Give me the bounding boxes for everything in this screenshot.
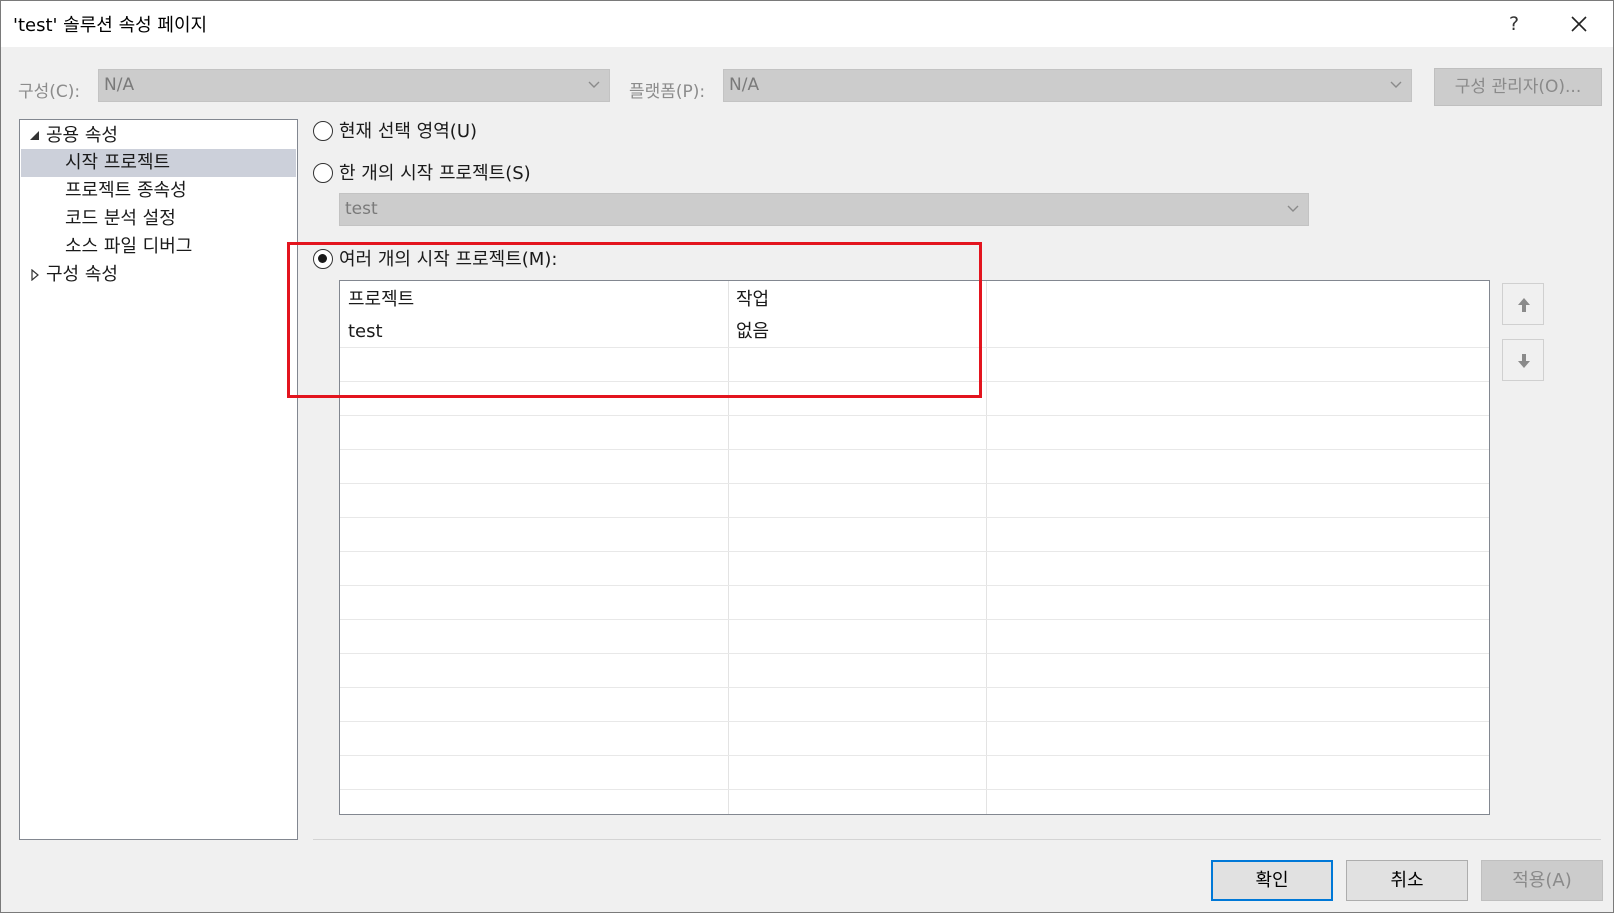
startup-projects-grid: 프로젝트 작업 test 없음 xyxy=(339,280,1490,815)
tree-group-config[interactable]: 구성 속성 xyxy=(21,261,296,289)
tree-item-label: 시작 프로젝트 xyxy=(65,152,171,173)
tree-item-project-dependencies[interactable]: 프로젝트 종속성 xyxy=(21,177,296,205)
column-header-project: 프로젝트 xyxy=(348,289,415,310)
radio-single-startup[interactable]: 한 개의 시작 프로젝트(S) xyxy=(313,160,531,188)
radio-multiple-startup[interactable]: 여러 개의 시작 프로젝트(M): xyxy=(313,246,557,274)
tree-group-common[interactable]: 공용 속성 xyxy=(21,122,296,150)
row-divider xyxy=(340,449,1489,450)
grid-cell-project: test xyxy=(348,321,383,342)
column-header-action: 작업 xyxy=(736,289,770,310)
row-divider xyxy=(340,347,1489,348)
row-divider xyxy=(340,551,1489,552)
row-divider xyxy=(340,653,1489,654)
close-icon xyxy=(1571,16,1587,32)
grid-cell-action[interactable]: 없음 xyxy=(736,317,769,347)
arrow-up-icon xyxy=(1518,298,1530,312)
expanded-arrow-icon xyxy=(30,131,39,140)
solution-properties-dialog: 'test' 솔루션 속성 페이지 ? 구성(C): N/A 플랫폼(P): N… xyxy=(0,0,1614,913)
close-button[interactable] xyxy=(1561,7,1597,41)
config-dropdown[interactable]: N/A xyxy=(98,69,610,102)
tree-item-label: 프로젝트 종속성 xyxy=(65,180,187,201)
platform-label: 플랫폼(P): xyxy=(629,82,706,102)
apply-button[interactable]: 적용(A) xyxy=(1481,860,1603,901)
tree-item-source-debug[interactable]: 소스 파일 디버그 xyxy=(21,233,296,261)
row-divider xyxy=(340,381,1489,382)
row-divider xyxy=(340,619,1489,620)
property-tree: 공용 속성 시작 프로젝트 프로젝트 종속성 코드 분석 설정 소스 파일 디버… xyxy=(19,119,298,840)
row-divider xyxy=(340,789,1489,790)
cancel-button[interactable]: 취소 xyxy=(1346,860,1468,901)
tree-group-label: 공용 속성 xyxy=(46,125,118,146)
column-divider xyxy=(986,281,987,814)
column-divider xyxy=(728,281,729,814)
radio-label: 여러 개의 시작 프로젝트(M): xyxy=(339,249,558,270)
config-value: N/A xyxy=(104,75,135,95)
tree-item-startup-project[interactable]: 시작 프로젝트 xyxy=(21,149,296,177)
window-title: 'test' 솔루션 속성 페이지 xyxy=(13,15,208,36)
radio-label: 한 개의 시작 프로젝트(S) xyxy=(339,163,531,184)
row-divider xyxy=(340,755,1489,756)
footer-separator xyxy=(313,839,1601,840)
chevron-down-icon xyxy=(588,81,600,88)
chevron-down-icon xyxy=(1287,205,1299,212)
platform-value: N/A xyxy=(729,75,760,95)
row-divider xyxy=(340,415,1489,416)
single-project-value: test xyxy=(345,199,378,219)
move-up-button[interactable] xyxy=(1502,283,1544,325)
tree-item-label: 소스 파일 디버그 xyxy=(65,236,193,257)
config-label: 구성(C): xyxy=(18,82,81,102)
radio-label: 현재 선택 영역(U) xyxy=(339,121,478,142)
row-divider xyxy=(340,721,1489,722)
help-button[interactable]: ? xyxy=(1499,9,1529,39)
move-down-button[interactable] xyxy=(1502,339,1544,381)
row-divider xyxy=(340,687,1489,688)
tree-item-label: 코드 분석 설정 xyxy=(65,208,176,229)
platform-dropdown[interactable]: N/A xyxy=(723,69,1412,102)
radio-button[interactable] xyxy=(313,163,333,183)
row-divider xyxy=(340,483,1489,484)
title-bar: 'test' 솔루션 속성 페이지 ? xyxy=(1,1,1613,47)
collapsed-arrow-icon xyxy=(31,269,39,281)
tree-item-code-analysis[interactable]: 코드 분석 설정 xyxy=(21,205,296,233)
row-divider xyxy=(340,517,1489,518)
row-divider xyxy=(340,585,1489,586)
chevron-down-icon xyxy=(1390,81,1402,88)
ok-button[interactable]: 확인 xyxy=(1211,860,1333,901)
radio-button[interactable] xyxy=(313,121,333,141)
single-project-dropdown[interactable]: test xyxy=(339,193,1309,226)
radio-button[interactable] xyxy=(313,249,333,269)
arrow-down-icon xyxy=(1518,354,1530,368)
tree-group-label: 구성 속성 xyxy=(46,264,118,285)
config-manager-button[interactable]: 구성 관리자(O)... xyxy=(1434,68,1602,106)
radio-current-selection[interactable]: 현재 선택 영역(U) xyxy=(313,118,477,146)
